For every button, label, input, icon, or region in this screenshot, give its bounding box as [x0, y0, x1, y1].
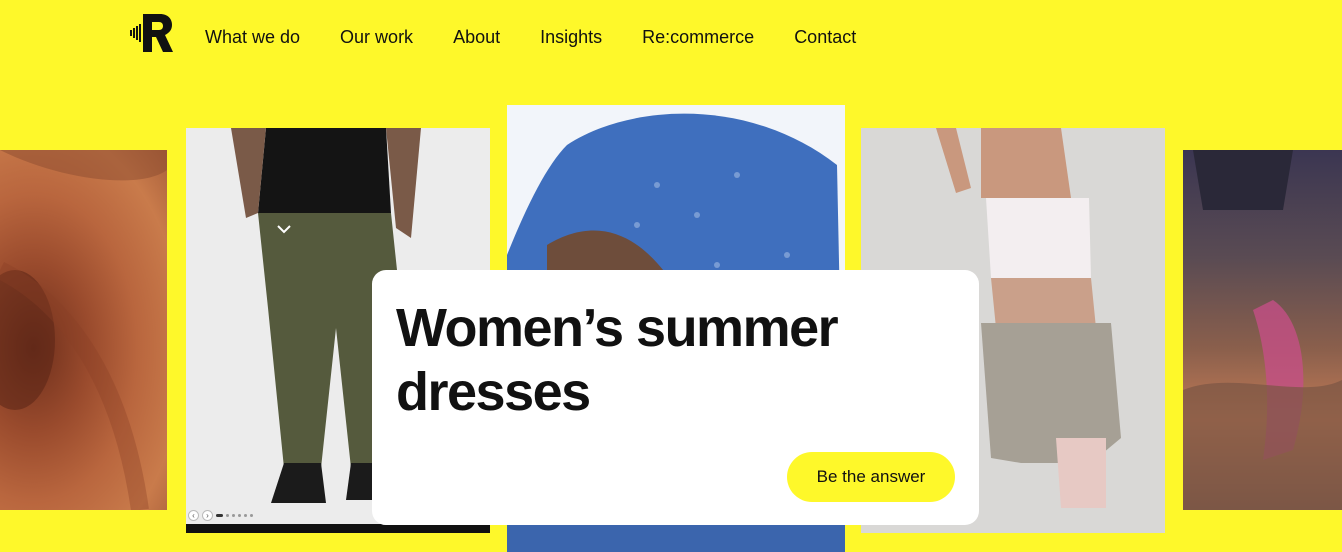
carousel-dot[interactable]: [238, 514, 241, 517]
chevron-left-icon[interactable]: ‹: [188, 510, 199, 521]
main-nav: What we do Our work About Insights Re:co…: [205, 26, 896, 48]
nav-link-what-we-do[interactable]: What we do: [205, 26, 300, 48]
carousel-dot[interactable]: [216, 514, 223, 517]
carousel-dot[interactable]: [250, 514, 253, 517]
nav-link-recommerce[interactable]: Re:commerce: [642, 26, 754, 48]
carousel-dots: ‹ ›: [188, 510, 253, 521]
nav-link-about[interactable]: About: [453, 26, 500, 48]
site-header: What we do Our work About Insights Re:co…: [0, 0, 1342, 74]
nav-link-our-work[interactable]: Our work: [340, 26, 413, 48]
nav-link-contact[interactable]: Contact: [794, 26, 856, 48]
carousel-dot[interactable]: [226, 514, 229, 517]
be-the-answer-button[interactable]: Be the answer: [787, 452, 955, 502]
carousel-dot[interactable]: [244, 514, 247, 517]
nav-link-insights[interactable]: Insights: [540, 26, 602, 48]
skin-closeup-image: [0, 150, 167, 510]
r-logo-icon[interactable]: [130, 12, 174, 54]
chevron-right-icon[interactable]: ›: [202, 510, 213, 521]
hero-card: Women’s summer dresses Be the answer: [372, 270, 979, 525]
runner-blur-image: [1183, 150, 1342, 510]
hero-headline: Women’s summer dresses: [396, 298, 839, 422]
carousel-dot[interactable]: [232, 514, 235, 517]
